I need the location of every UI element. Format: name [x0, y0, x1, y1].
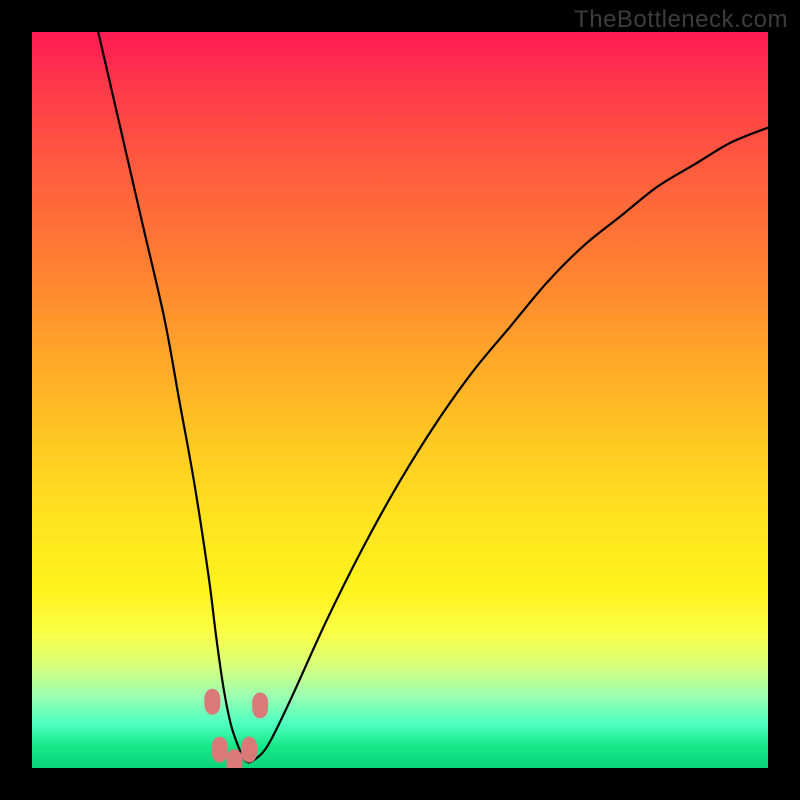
chart-frame: TheBottleneck.com: [0, 0, 800, 800]
curve-marker: [212, 737, 228, 763]
curve-marker: [204, 689, 220, 715]
curve-marker: [252, 692, 268, 718]
watermark-text: TheBottleneck.com: [574, 6, 788, 34]
plot-area: [32, 32, 768, 768]
curve-marker: [241, 737, 257, 763]
curve-svg: [32, 32, 768, 768]
bottleneck-curve-path: [98, 32, 768, 762]
